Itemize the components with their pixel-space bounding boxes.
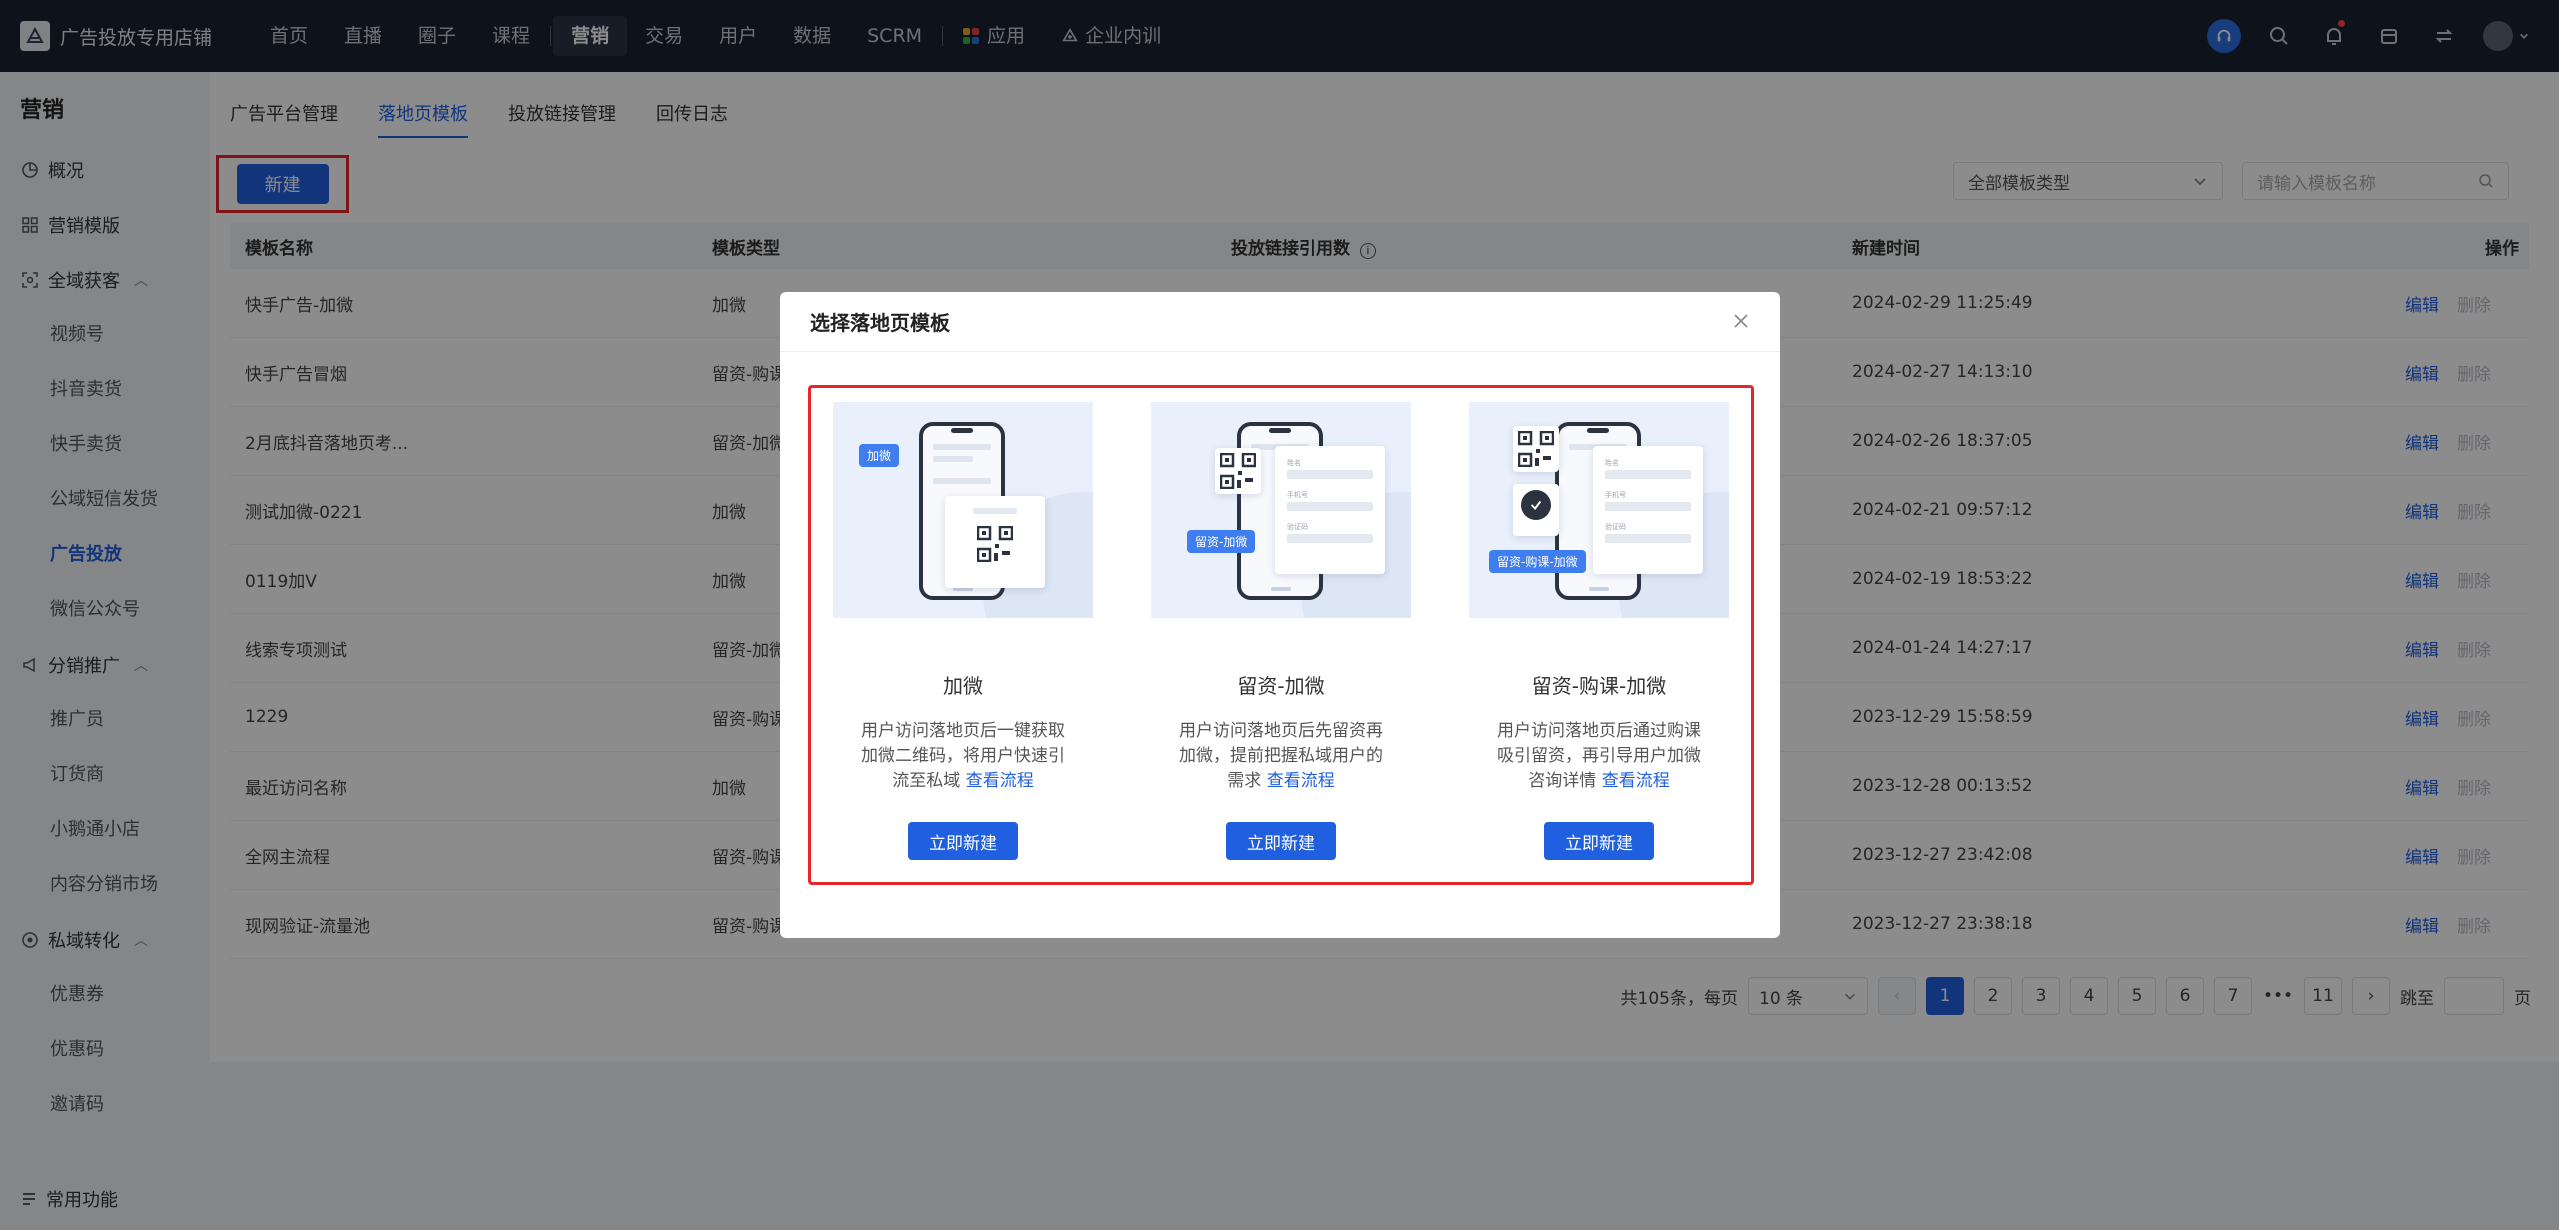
- card-description: 用户访问落地页后通过购课吸引留资，再引导用户加微咨询详情 查看流程: [1489, 719, 1709, 794]
- tag-add-wechat: 加微: [859, 444, 900, 467]
- card-title: 留资-购课-加微: [1531, 674, 1667, 698]
- view-flow-link[interactable]: 查看流程: [1267, 771, 1335, 791]
- create-now-button[interactable]: 立即新建: [1544, 822, 1654, 860]
- add-wechat-illustration: 加微: [833, 402, 1093, 618]
- modal-title: 选择落地页模板: [810, 311, 950, 335]
- lead-course-wechat-illustration: 姓名 手机号 验证码 留资-购课-加微: [1469, 402, 1729, 618]
- card-description: 用户访问落地页后先留资再加微，提前把握私域用户的需求 查看流程: [1171, 719, 1391, 794]
- tag-lead-wechat: 留资-加微: [1187, 530, 1256, 553]
- template-card-lead-wechat: 姓名 手机号 验证码 留资-加微 留资-加微 用户访问落地页后先留资再加微，提前…: [1151, 388, 1411, 882]
- card-description-text: 用户访问落地页后通过购课吸引留资，再引导用户加微咨询详情: [1497, 721, 1701, 791]
- card-description-text: 用户访问落地页后一键获取加微二维码，将用户快速引流至私域: [861, 721, 1065, 791]
- card-title: 留资-加微: [1237, 674, 1325, 698]
- close-button[interactable]: [1728, 308, 1754, 334]
- create-now-button[interactable]: 立即新建: [908, 822, 1018, 860]
- card-description: 用户访问落地页后一键获取加微二维码，将用户快速引流至私域 查看流程: [853, 719, 1073, 794]
- card-title: 加微: [943, 674, 983, 698]
- create-now-button[interactable]: 立即新建: [1226, 822, 1336, 860]
- close-icon: [1734, 314, 1748, 328]
- view-flow-link[interactable]: 查看流程: [966, 771, 1034, 791]
- select-template-modal: 选择落地页模板 加微 加微 用户访问落地页后一键获取加微二维码，将用户快速引流至…: [780, 292, 1780, 938]
- lead-wechat-illustration: 姓名 手机号 验证码 留资-加微: [1151, 402, 1411, 618]
- tag-lead-course-wechat: 留资-购课-加微: [1489, 550, 1586, 573]
- modal-header: 选择落地页模板: [780, 292, 1780, 352]
- template-card-add-wechat: 加微 加微 用户访问落地页后一键获取加微二维码，将用户快速引流至私域 查看流程 …: [833, 388, 1093, 882]
- template-card-lead-course-wechat: 姓名 手机号 验证码 留资-购课-加微 留资-购课-加微 用户访问落地页后通过购…: [1469, 388, 1729, 882]
- template-cards-highlight: 加微 加微 用户访问落地页后一键获取加微二维码，将用户快速引流至私域 查看流程 …: [808, 385, 1754, 885]
- view-flow-link[interactable]: 查看流程: [1602, 771, 1670, 791]
